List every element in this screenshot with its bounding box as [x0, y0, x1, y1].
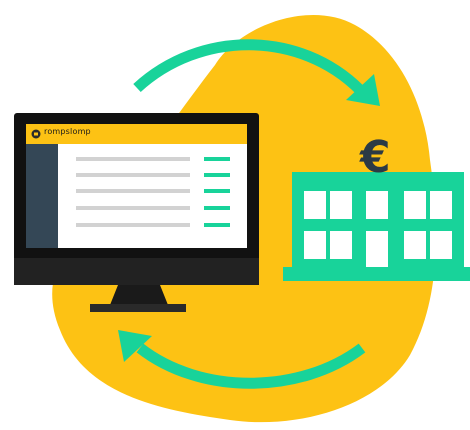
window: [304, 191, 326, 219]
row-status: [204, 206, 230, 210]
row-line: [76, 189, 190, 193]
window: [404, 231, 426, 259]
row-line: [76, 173, 190, 177]
logo-icon-mark: [34, 132, 38, 136]
monitor-stand: [110, 285, 168, 305]
window: [404, 191, 426, 219]
row-status: [204, 157, 230, 161]
window: [330, 191, 352, 219]
window: [304, 231, 326, 259]
bank-building: [283, 172, 470, 281]
logo-text: rompslomp: [44, 127, 91, 136]
illustration: rompslomp €: [0, 0, 470, 430]
sync-illustration: [14, 14, 470, 423]
row-status: [204, 223, 230, 227]
monitor-bezel-bottom: [14, 258, 259, 285]
row-line: [76, 223, 190, 227]
window: [430, 191, 452, 219]
euro-icon: €: [360, 132, 391, 183]
building-base: [283, 267, 470, 281]
monitor-base: [90, 304, 186, 312]
row-status: [204, 173, 230, 177]
door: [366, 231, 388, 267]
monitor: [14, 113, 259, 312]
row-line: [76, 157, 190, 161]
row-status: [204, 189, 230, 193]
row-line: [76, 206, 190, 210]
window: [430, 231, 452, 259]
screen-sidebar: [26, 144, 58, 248]
window: [366, 191, 388, 219]
window: [330, 231, 352, 259]
